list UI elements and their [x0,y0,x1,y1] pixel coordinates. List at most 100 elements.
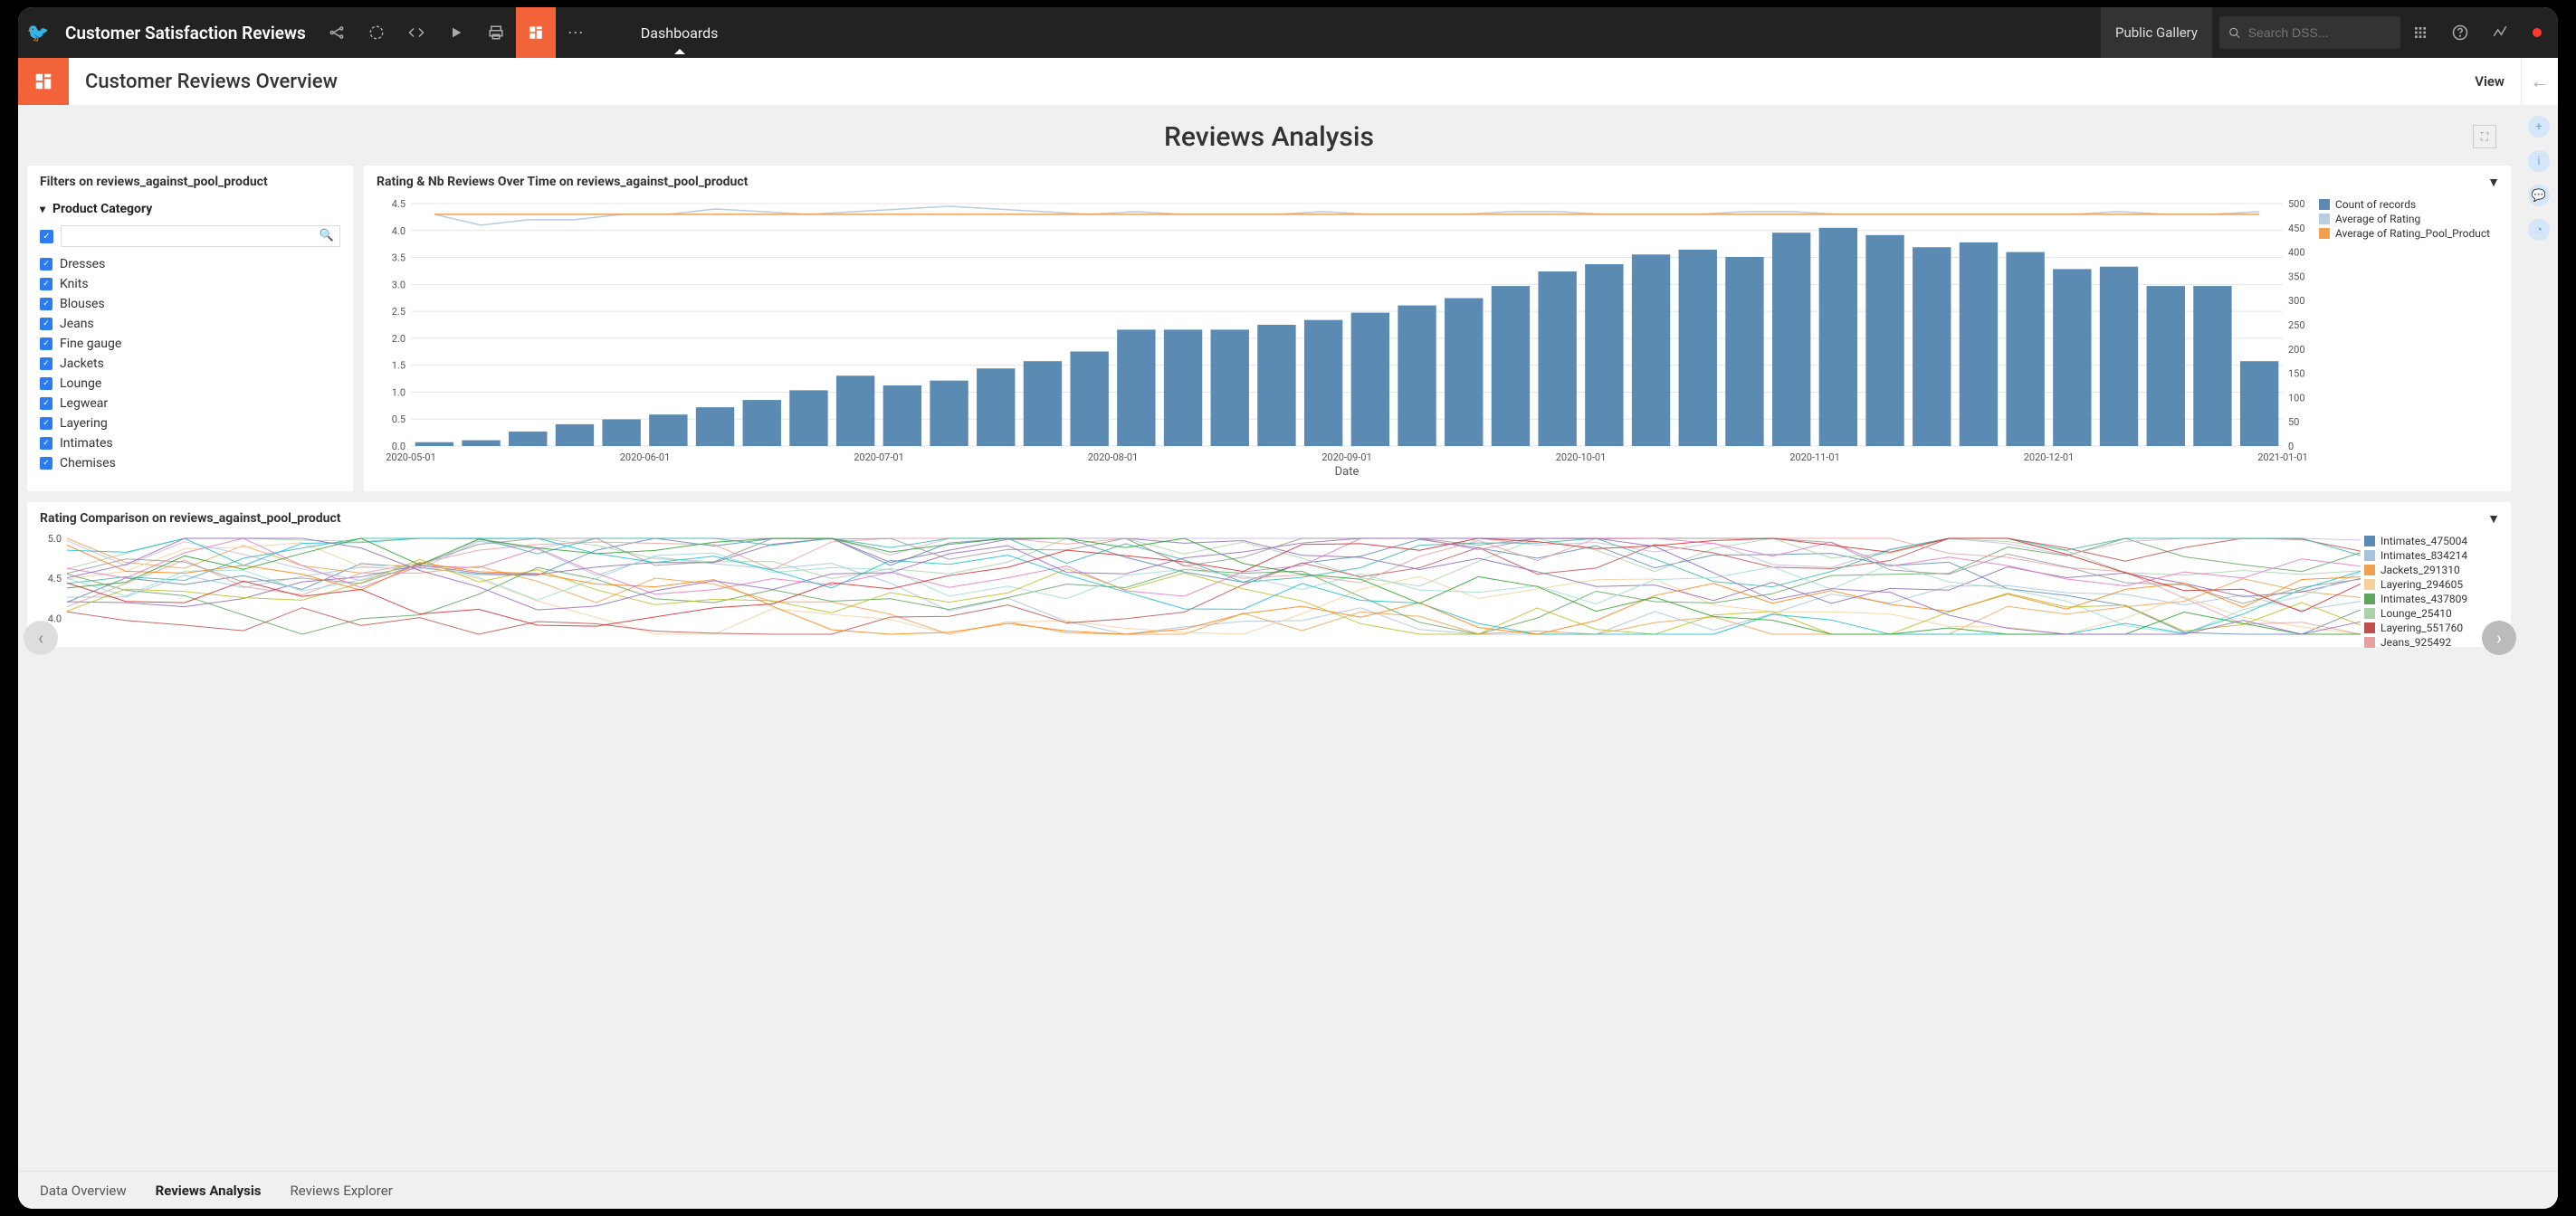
filter-item[interactable]: ✓Dresses [40,254,340,274]
filter-item[interactable]: ✓ Legwear [40,394,340,413]
filter-list[interactable]: ✓Dresses✓Knits✓Blouses✓Jeans✓Fine gauge✓… [27,252,353,477]
checkbox-icon[interactable]: ✓ [40,397,52,410]
svg-text:500: 500 [2288,198,2305,210]
checkbox-icon[interactable]: ✓ [40,298,52,310]
nav-dashboards[interactable]: Dashboards [623,24,737,42]
filter-group-toggle[interactable]: ▾ Product Category [27,198,353,220]
svg-text:2020-08-01: 2020-08-01 [1088,451,1139,463]
add-icon[interactable]: + [2528,116,2550,138]
checkbox-icon[interactable]: ✓ [40,278,52,290]
filter-item-label: Layering [60,416,108,431]
print-icon[interactable] [476,7,516,58]
filter-item-label: Jeans [60,317,94,331]
svg-text:450: 450 [2288,223,2305,234]
select-all-checkbox[interactable]: ✓ [40,230,53,243]
caret-down-icon: ▾ [40,203,45,215]
svg-text:2020-12-01: 2020-12-01 [2024,451,2075,463]
filter-item-label: Legwear [60,396,108,411]
more-icon[interactable]: ⋯ [556,7,596,58]
legend-item: Jeans_925492 [2364,636,2500,649]
svg-text:400: 400 [2288,247,2305,259]
project-name[interactable]: Customer Satisfaction Reviews [54,23,317,43]
svg-text:2021-01-01: 2021-01-01 [2257,451,2308,463]
checkbox-icon[interactable]: ✓ [40,437,52,450]
checkbox-icon[interactable]: ✓ [40,377,52,390]
checkbox-icon[interactable]: ✓ [40,337,52,350]
activity-icon[interactable] [2480,7,2520,58]
legend-item: Intimates_834214 [2364,549,2500,562]
tab-reviews-explorer[interactable]: Reviews Explorer [276,1172,407,1209]
filter-search-input[interactable]: 🔍 [61,225,340,247]
svg-text:2020-07-01: 2020-07-01 [854,451,904,463]
tab-data-overview[interactable]: Data Overview [25,1172,141,1209]
legend-item: Average of Rating [2319,213,2500,225]
filter-item[interactable]: ✓Jackets [40,354,340,374]
flow-icon[interactable] [317,7,357,58]
dashboard-icon[interactable] [516,7,556,58]
status-dot-icon [2533,28,2542,37]
svg-text:1.0: 1.0 [392,386,405,398]
filter-item[interactable]: ✓Intimates [40,433,340,453]
tab-reviews-analysis[interactable]: Reviews Analysis [141,1172,276,1209]
filter-item[interactable]: ✓ Layering [40,413,340,433]
chart1-title: Rating & Nb Reviews Over Time on reviews… [364,166,2511,198]
code-icon[interactable] [396,7,436,58]
checkbox-icon[interactable]: ✓ [40,258,52,271]
filter-item[interactable]: ✓ Lounge [40,374,340,394]
scroll-area[interactable]: Reviews Analysis ⛶ Filters on reviews_ag… [18,105,2520,1171]
svg-text:0.5: 0.5 [392,413,405,425]
search-input[interactable] [2241,25,2391,40]
svg-text:50: 50 [2288,416,2299,428]
filter-item[interactable]: ✓Knits [40,274,340,294]
next-slide-button[interactable]: › [2482,621,2516,655]
search-box[interactable] [2219,16,2400,49]
svg-text:2.5: 2.5 [392,306,405,318]
filter-item[interactable]: ✓ Fine gauge [40,334,340,354]
rail-info-icon[interactable]: i [2528,150,2550,172]
svg-text:2020-11-01: 2020-11-01 [1789,451,1840,463]
svg-text:5.0: 5.0 [48,535,62,545]
tile-filter-icon[interactable]: ▼ [2487,175,2500,190]
svg-text:300: 300 [2288,295,2305,307]
legend-item: Average of Rating_Pool_Product [2319,227,2500,240]
fullscreen-button[interactable]: ⛶ [2473,125,2496,148]
legend-item: Layering_551760 [2364,622,2500,634]
chart2-canvas: 4.04.55.0 [38,535,2364,638]
legend-item: Count of records [2319,198,2500,211]
dashboard-name: Customer Reviews Overview [69,71,354,93]
checkbox-icon[interactable]: ✓ [40,457,52,470]
filter-item[interactable]: ✓ Jeans [40,314,340,334]
rail-history-icon[interactable]: ◔ [2528,219,2550,241]
tile-filter-icon[interactable]: ▼ [2487,511,2500,527]
prev-slide-button[interactable]: ‹ [24,621,58,655]
rail-comment-icon[interactable]: 💬 [2528,185,2550,206]
svg-text:4.5: 4.5 [392,198,405,210]
svg-text:2020-05-01: 2020-05-01 [386,451,436,463]
help-icon[interactable] [2440,7,2480,58]
checkbox-icon[interactable]: ✓ [40,318,52,330]
filters-title: Filters on reviews_against_pool_product [27,166,353,198]
play-icon[interactable] [436,7,476,58]
recipes-icon[interactable] [357,7,396,58]
filter-item[interactable]: ✓Blouses [40,294,340,314]
filter-item-label: Lounge [60,376,101,391]
legend-item: Layering_294605 [2364,578,2500,591]
checkbox-icon[interactable]: ✓ [40,417,52,430]
filter-item[interactable]: ✓Chemises [40,453,340,473]
checkbox-icon[interactable]: ✓ [40,357,52,370]
svg-text:Date: Date [1335,465,1360,479]
public-gallery-button[interactable]: Public Gallery [2101,7,2212,58]
chart2-legend: Intimates_475004Intimates_834214Jackets_… [2364,535,2500,638]
topbar: 🐦 Customer Satisfaction Reviews ⋯ Dashbo… [18,7,2558,58]
chart-tile-1: ▼ Rating & Nb Reviews Over Time on revie… [364,166,2511,491]
svg-text:200: 200 [2288,344,2305,356]
svg-text:4.5: 4.5 [48,573,62,584]
filter-item-label: Fine gauge [60,337,121,351]
slide-title: Reviews Analysis ⛶ [27,105,2511,166]
logo-icon[interactable]: 🐦 [22,22,54,43]
svg-text:250: 250 [2288,319,2305,331]
collapse-right-icon[interactable]: ← [2522,58,2558,105]
apps-icon[interactable] [2400,7,2440,58]
view-button[interactable]: View [2458,58,2522,105]
chart-tile-2: ▼ Rating Comparison on reviews_against_p… [27,502,2511,647]
